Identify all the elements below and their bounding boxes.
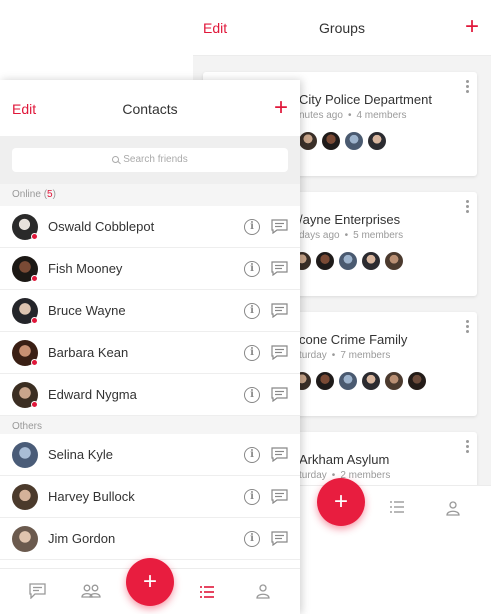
message-icon[interactable]: [271, 447, 288, 462]
message-icon[interactable]: [271, 489, 288, 504]
online-status-dot: [31, 317, 38, 324]
info-icon[interactable]: i: [244, 531, 260, 547]
group-time: nutes ago: [299, 110, 343, 121]
group-meta: nutes ago • 4 members: [299, 110, 407, 121]
contact-name: Bruce Wayne: [48, 303, 126, 318]
contact-name: Jim Gordon: [48, 531, 116, 546]
profile-icon[interactable]: [255, 583, 271, 604]
group-members: 5 members: [353, 230, 404, 241]
contact-row[interactable]: Bruce Wayne i: [0, 290, 300, 332]
online-status-dot: [31, 275, 38, 282]
info-icon[interactable]: i: [244, 303, 260, 319]
contact-name: Selina Kyle: [48, 447, 114, 462]
info-icon[interactable]: i: [244, 489, 260, 505]
online-status-dot: [31, 359, 38, 366]
contact-name: Edward Nygma: [48, 387, 137, 402]
groups-icon[interactable]: [81, 583, 101, 604]
profile-icon[interactable]: [445, 500, 461, 521]
contact-row[interactable]: Barbara Kean i: [0, 332, 300, 374]
add-group-button[interactable]: +: [465, 12, 479, 42]
contact-row[interactable]: Edward Nygma i: [0, 374, 300, 416]
info-icon[interactable]: i: [244, 345, 260, 361]
avatar: [322, 132, 340, 150]
groups-compose-button[interactable]: +: [317, 478, 365, 526]
contact-name: Barbara Kean: [48, 345, 129, 360]
contacts-header: Edit Contacts +: [0, 80, 300, 136]
group-name: /ayne Enterprises: [299, 212, 401, 227]
avatar: [12, 484, 38, 510]
message-icon[interactable]: [271, 219, 288, 234]
contacts-screen: Edit Contacts + Search friends Online (5…: [0, 80, 300, 614]
contact-row[interactable]: Oswald Cobblepot i: [0, 206, 300, 248]
more-options-icon[interactable]: [466, 80, 469, 95]
avatar: [339, 372, 357, 390]
avatar: [12, 526, 38, 552]
contact-row[interactable]: Selina Kyle i: [0, 434, 300, 476]
avatar: [385, 372, 403, 390]
avatar: [299, 132, 317, 150]
online-section-header: Online (5): [0, 184, 300, 206]
contact-name: Oswald Cobblepot: [48, 219, 155, 234]
info-icon[interactable]: i: [244, 447, 260, 463]
group-name: City Police Department: [299, 92, 432, 107]
more-options-icon[interactable]: [466, 320, 469, 335]
avatar: [339, 252, 357, 270]
online-count: (5): [43, 189, 56, 200]
message-icon[interactable]: [271, 531, 288, 546]
contact-row[interactable]: Fish Mooney i: [0, 248, 300, 290]
groups-title: Groups: [319, 20, 365, 36]
search-bar: Search friends: [0, 136, 300, 184]
search-input[interactable]: Search friends: [12, 148, 288, 172]
section-label: Online: [12, 189, 41, 200]
list-icon[interactable]: [199, 585, 215, 604]
list-icon[interactable]: [389, 500, 405, 519]
info-icon[interactable]: i: [244, 387, 260, 403]
group-members: 7 members: [340, 350, 391, 361]
contacts-title: Contacts: [122, 101, 178, 117]
more-options-icon[interactable]: [466, 440, 469, 455]
group-time: days ago: [299, 230, 340, 241]
app-root: Edit Groups + City Police Department nut…: [0, 0, 491, 614]
contact-row[interactable]: Jim Gordon i: [0, 518, 300, 560]
group-time: turday: [299, 350, 327, 361]
avatar: [385, 252, 403, 270]
contact-name: Fish Mooney: [48, 261, 123, 276]
avatar: [362, 252, 380, 270]
group-meta: days ago • 5 members: [299, 230, 404, 241]
more-options-icon[interactable]: [466, 200, 469, 215]
group-member-avatars: [293, 372, 431, 390]
compose-button[interactable]: +: [126, 558, 174, 606]
chat-icon[interactable]: [29, 583, 46, 604]
search-icon: [112, 156, 120, 163]
message-icon[interactable]: [271, 387, 288, 402]
avatar: [368, 132, 386, 150]
avatar: [316, 252, 334, 270]
add-contact-button[interactable]: +: [274, 93, 288, 123]
contact-name: Harvey Bullock: [48, 489, 135, 504]
section-label: Others: [12, 421, 43, 432]
groups-header: Edit Groups +: [193, 0, 491, 56]
avatar: [345, 132, 363, 150]
message-icon[interactable]: [271, 345, 288, 360]
avatar: [408, 372, 426, 390]
group-name: Arkham Asylum: [299, 452, 390, 467]
avatar: [12, 442, 38, 468]
info-icon[interactable]: i: [244, 261, 260, 277]
online-status-dot: [31, 233, 38, 240]
contact-row[interactable]: Harvey Bullock i: [0, 476, 300, 518]
avatar: [316, 372, 334, 390]
group-member-avatars: [299, 132, 391, 150]
online-status-dot: [31, 401, 38, 408]
group-member-avatars: [293, 252, 408, 270]
group-name: cone Crime Family: [299, 332, 408, 347]
group-members: 4 members: [356, 110, 407, 121]
avatar: [362, 372, 380, 390]
message-icon[interactable]: [271, 261, 288, 276]
message-icon[interactable]: [271, 303, 288, 318]
group-time: turday: [299, 470, 327, 481]
search-placeholder: Search friends: [123, 154, 188, 165]
group-meta: turday • 7 members: [299, 350, 391, 361]
info-icon[interactable]: i: [244, 219, 260, 235]
